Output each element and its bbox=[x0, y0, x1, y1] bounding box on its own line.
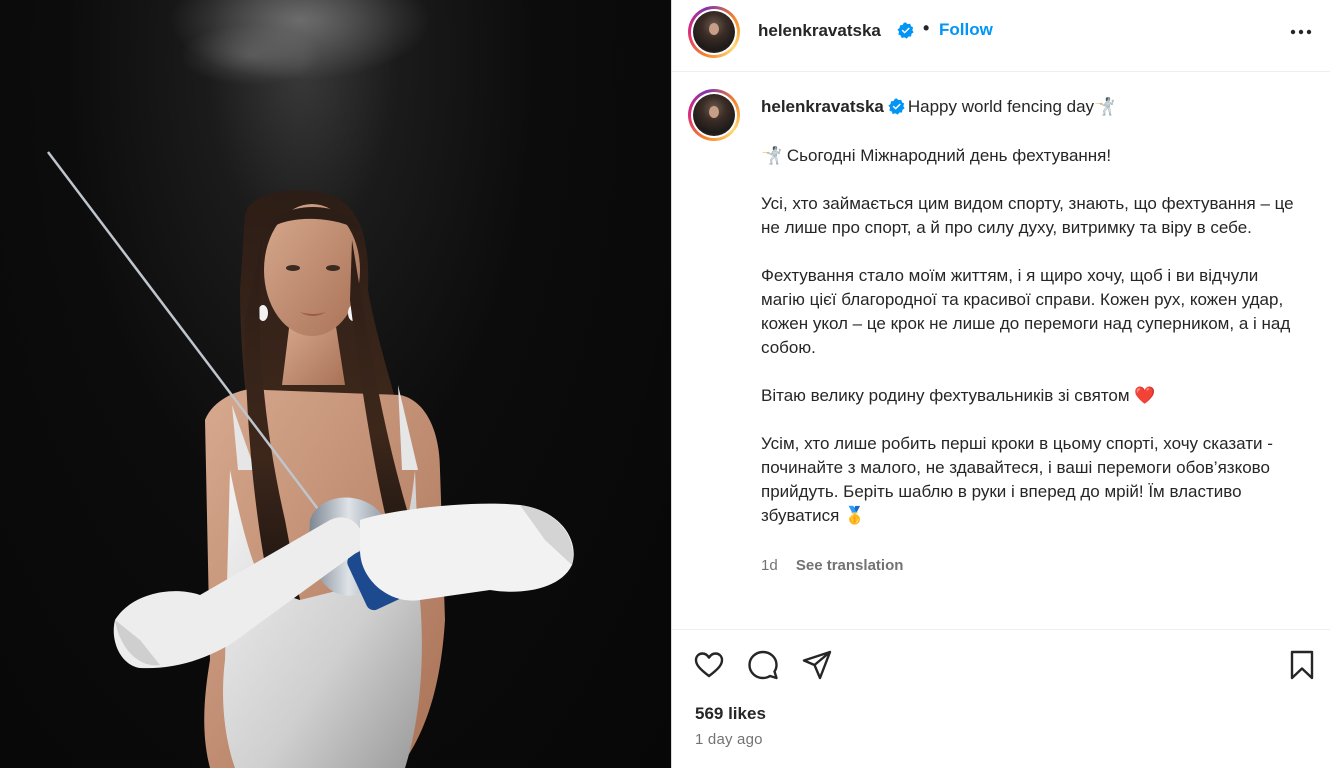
caption-paragraph: Усім, хто лише робить перші кроки в цьом… bbox=[761, 434, 1273, 525]
likes-count[interactable]: 569 likes bbox=[695, 704, 766, 724]
caption-title: Happy world fencing day🤺 bbox=[907, 97, 1116, 116]
verified-badge-icon bbox=[897, 22, 914, 39]
caption-avatar[interactable] bbox=[688, 89, 740, 141]
caption-username[interactable]: helenkravatska bbox=[761, 97, 884, 116]
avatar-inner bbox=[691, 92, 737, 138]
avatar-inner bbox=[691, 9, 737, 55]
caption-paragraph: Фехтування стало моїм життям, і я щиро х… bbox=[761, 266, 1291, 357]
comment-icon[interactable] bbox=[747, 649, 779, 681]
post-image[interactable] bbox=[0, 0, 671, 768]
caption-paragraph: Усі, хто займається цим видом спорту, зн… bbox=[761, 194, 1294, 237]
heart-icon[interactable] bbox=[693, 649, 725, 681]
post-header: helenkravatska • Follow bbox=[672, 0, 1330, 72]
caption-paragraph: 🤺 Сьогодні Міжнародний день фехтування! bbox=[761, 146, 1112, 165]
fencer-photo bbox=[47, 0, 574, 768]
share-icon[interactable] bbox=[801, 649, 833, 681]
avatar-image bbox=[693, 94, 735, 136]
verified-badge-icon bbox=[888, 98, 905, 115]
caption-paragraph: Вітаю велику родину фехтувальників зі св… bbox=[761, 386, 1156, 405]
caption-section: helenkravatska Happy world fencing day🤺 🤺… bbox=[672, 73, 1330, 629]
post-timestamp[interactable]: 1 day ago bbox=[695, 731, 763, 748]
header-username[interactable]: helenkravatska bbox=[758, 21, 881, 41]
caption-first-line: helenkravatska Happy world fencing day🤺 bbox=[761, 96, 1115, 118]
more-options-icon[interactable] bbox=[1289, 22, 1313, 42]
caption-age[interactable]: 1d bbox=[761, 557, 778, 574]
post-details-panel: helenkravatska • Follow helenkravatska Ha… bbox=[671, 0, 1330, 768]
action-bar: 569 likes 1 day ago bbox=[672, 629, 1330, 768]
header-separator: • bbox=[923, 18, 930, 38]
bookmark-icon[interactable] bbox=[1286, 649, 1318, 681]
see-translation-button[interactable]: See translation bbox=[796, 557, 904, 574]
avatar-image bbox=[693, 11, 735, 53]
caption-meta: 1d See translation bbox=[761, 557, 903, 574]
follow-button[interactable]: Follow bbox=[939, 20, 993, 40]
profile-avatar[interactable] bbox=[688, 6, 740, 58]
caption-text: 🤺 Сьогодні Міжнародний день фехтування! … bbox=[761, 144, 1301, 528]
